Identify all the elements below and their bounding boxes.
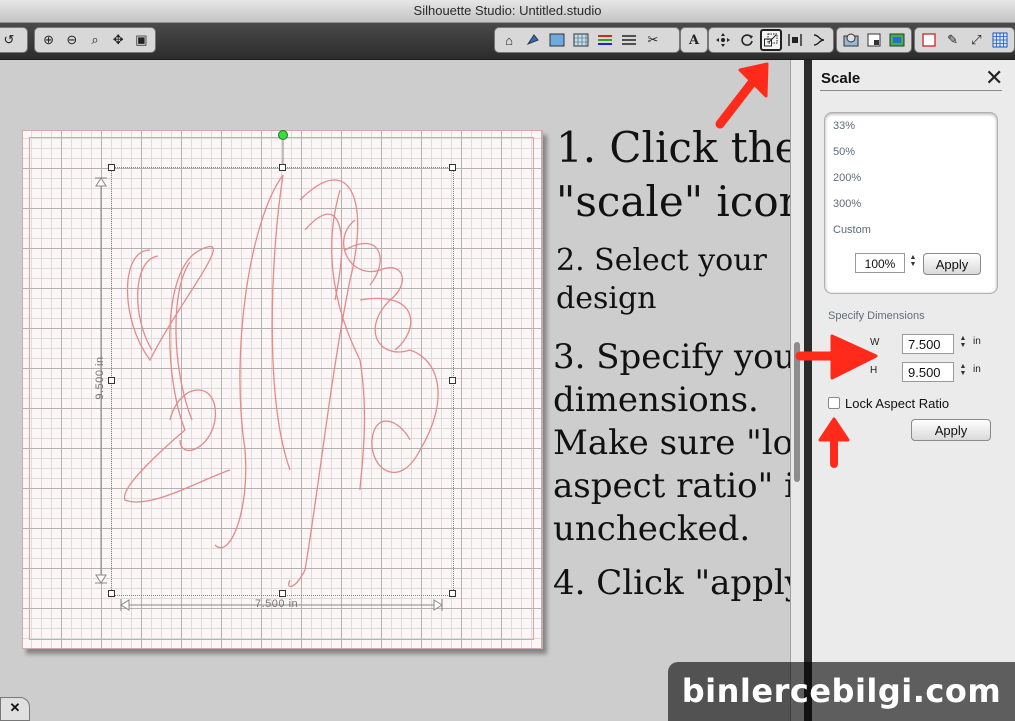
- watermark: binlercebilgi.com: [668, 662, 1015, 721]
- arrow-to-scale-icon: [715, 62, 769, 129]
- close-tab-icon[interactable]: ✕: [0, 697, 30, 721]
- arrow-to-dimension-inputs: [795, 334, 878, 380]
- arrow-to-lock-aspect-checkbox: [818, 417, 850, 468]
- annotation-arrows: [715, 62, 878, 468]
